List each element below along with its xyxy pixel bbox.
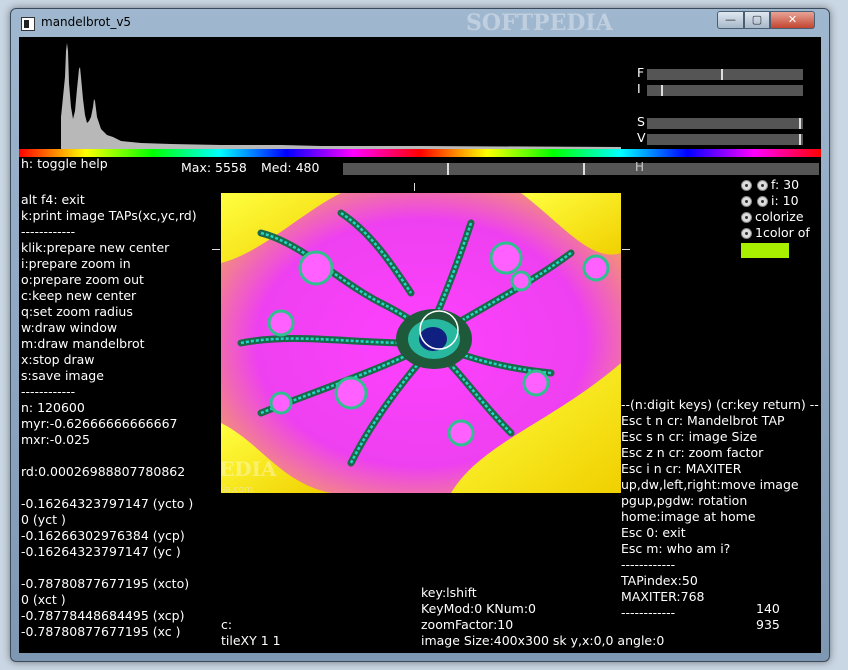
help-right-line: up,dw,left,right:move image <box>621 477 799 492</box>
help-left-line: -0.16266302976384 (ycp) <box>21 528 185 543</box>
zoom-factor: zoomFactor:10 <box>421 617 514 632</box>
slider-h-knob-2[interactable] <box>583 163 585 175</box>
help-left-line: q:set zoom radius <box>21 304 133 319</box>
help-left-line: ------------ <box>21 224 76 239</box>
color-swatch[interactable] <box>741 243 789 258</box>
keymod-info: KeyMod:0 KNum:0 <box>421 601 536 616</box>
radio-colorize[interactable] <box>741 212 752 223</box>
c-label: c: <box>221 617 233 632</box>
help-right-line: Esc m: who am i? <box>621 541 731 556</box>
slider-i[interactable] <box>647 85 803 96</box>
help-left-line: klik:prepare new center <box>21 240 170 255</box>
help-right-line: Esc z n cr: zoom factor <box>621 445 764 460</box>
help-right-line: Esc s n cr: image Size <box>621 429 758 444</box>
help-left-line: ------------ <box>21 384 76 399</box>
histogram-plot <box>61 43 621 149</box>
help-left-line: alt f4: exit <box>21 192 85 207</box>
help-right-line: ------------ <box>621 557 676 572</box>
window-title: mandelbrot_v5 <box>41 15 132 29</box>
help-left-line: m:draw mandelbrot <box>21 336 145 351</box>
help-right-line: Esc i n cr: MAXITER <box>621 461 742 476</box>
option-i-label: i: 10 <box>771 193 799 208</box>
help-left-line: 0 (yct ) <box>21 512 66 527</box>
slider-v[interactable] <box>647 134 803 145</box>
side-number-2: 935 <box>756 617 780 632</box>
help-left-line: -0.16264323797147 (ycto ) <box>21 496 194 511</box>
help-left-line: w:draw window <box>21 320 118 335</box>
help-left-line: s:save image <box>21 368 104 383</box>
slider-f[interactable] <box>647 69 803 80</box>
app-window: mandelbrot_v5 SOFTPEDIA — ▢ ✕ F I S V h:… <box>10 8 830 662</box>
radio-f-a[interactable] <box>741 180 752 191</box>
key-info: key:lshift <box>421 585 477 600</box>
slider-h[interactable]: H <box>343 160 819 175</box>
color-palette-bar <box>19 149 821 157</box>
option-colorize-label: colorize <box>755 209 804 224</box>
slider-v-knob[interactable] <box>799 134 801 145</box>
client-area[interactable]: F I S V h: toggle help Max: 5558 Med: 48… <box>19 37 821 653</box>
help-right-line: MAXITER:768 <box>621 589 705 604</box>
slider-i-knob[interactable] <box>661 85 663 96</box>
image-info: image Size:400x300 sk y,x:0,0 angle:0 <box>421 633 665 648</box>
toggle-help-text: h: toggle help <box>21 156 108 171</box>
help-left-line: rd:0.00026988807780862 <box>21 464 186 479</box>
crosshair-tick-right <box>622 249 630 250</box>
maximize-button[interactable]: ▢ <box>744 11 770 29</box>
help-left-line: c:keep new center <box>21 288 137 303</box>
help-right-line: Esc t n cr: Mandelbrot TAP <box>621 413 785 428</box>
help-right-line: home:image at home <box>621 509 756 524</box>
slider-s[interactable] <box>647 118 803 129</box>
help-left-line: i:prepare zoom in <box>21 256 131 271</box>
help-left-line: n: 120600 <box>21 400 85 415</box>
watermark-url: www.softpedia.com <box>221 485 253 493</box>
help-right-line: --(n:digit keys) (cr:key return) -- <box>621 397 819 412</box>
help-left-line: mxr:-0.025 <box>21 432 91 447</box>
side-number-1: 140 <box>756 601 780 616</box>
help-left-line: o:prepare zoom out <box>21 272 144 287</box>
tile-xy: tileXY 1 1 <box>221 633 281 648</box>
close-button[interactable]: ✕ <box>770 11 815 29</box>
radio-i-a[interactable] <box>741 196 752 207</box>
slider-i-label: I <box>637 81 641 96</box>
med-stat: Med: 480 <box>261 160 320 175</box>
radio-i-b[interactable] <box>757 196 768 207</box>
app-icon <box>21 17 35 31</box>
slider-h-label: H <box>635 160 645 174</box>
help-left-line: -0.78780877677195 (xc ) <box>21 624 181 639</box>
slider-s-label: S <box>637 114 645 129</box>
slider-s-knob[interactable] <box>799 118 801 129</box>
option-f-label: f: 30 <box>771 177 800 192</box>
option-color-of-label: 1color of <box>755 225 810 240</box>
help-right-line: ------------ <box>621 605 676 620</box>
help-left-line: -0.16264323797147 (yc ) <box>21 544 181 559</box>
help-right-line: TAPindex:50 <box>621 573 698 588</box>
help-left-line: x:stop draw <box>21 352 95 367</box>
crosshair-tick-top <box>414 183 415 191</box>
slider-v-label: V <box>637 130 646 145</box>
help-left-line: -0.78778448684495 (xcp) <box>21 608 185 623</box>
help-left-line: k:print image TAPs(xc,yc,rd) <box>21 208 197 223</box>
minimize-button[interactable]: — <box>717 11 744 29</box>
radio-color-of[interactable] <box>741 228 752 239</box>
mandelbrot-image[interactable]: SOFTPEDIA www.softpedia.com <box>221 193 621 493</box>
crosshair-tick-left <box>212 249 220 250</box>
slider-f-knob[interactable] <box>721 69 723 80</box>
slider-h-knob[interactable] <box>447 163 449 175</box>
title-bar[interactable]: mandelbrot_v5 SOFTPEDIA — ▢ ✕ <box>11 9 829 37</box>
help-left-line: myr:-0.62666666666667 <box>21 416 178 431</box>
help-left-line: 0 (xct ) <box>21 592 66 607</box>
mandelbrot-render <box>221 193 621 493</box>
radio-f-b[interactable] <box>757 180 768 191</box>
help-left-line: -0.78780877677195 (xcto) <box>21 576 190 591</box>
help-right-line: pgup,pgdw: rotation <box>621 493 748 508</box>
slider-f-label: F <box>637 65 645 80</box>
help-right-line: Esc 0: exit <box>621 525 686 540</box>
max-stat: Max: 5558 <box>181 160 247 175</box>
watermark-top: SOFTPEDIA <box>466 10 613 36</box>
watermark-mid: SOFTPEDIA <box>221 457 277 481</box>
